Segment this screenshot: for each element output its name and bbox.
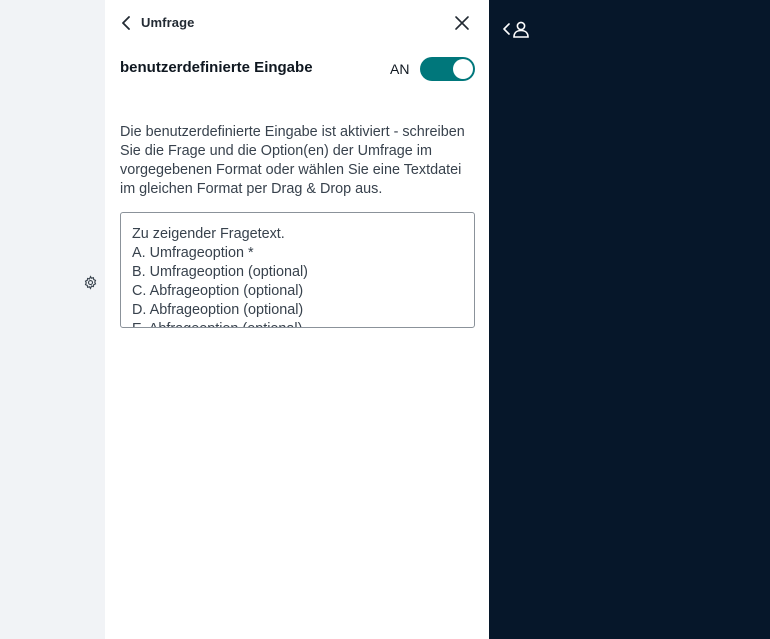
panel-title: Umfrage	[141, 15, 195, 30]
toggle-state-label: AN	[390, 61, 410, 77]
left-rail	[0, 0, 105, 639]
poll-text-line: D. Abfrageoption (optional)	[132, 302, 304, 318]
close-icon	[455, 16, 469, 30]
user-icon	[513, 21, 529, 38]
back-button[interactable]	[116, 13, 136, 33]
close-button[interactable]	[452, 13, 472, 33]
user-list-toggle[interactable]	[503, 19, 531, 39]
poll-text-line: A. Umfrageoption *	[132, 245, 254, 261]
toggle-knob	[453, 59, 473, 79]
chevron-left-icon	[122, 16, 130, 30]
poll-text-line: C. Abfrageoption (optional)	[132, 283, 304, 299]
poll-text-input[interactable]: Zu zeigender Fragetext. A. Umfrageoption …	[120, 212, 475, 328]
poll-text-content: Zu zeigender Fragetext. A. Umfrageoption …	[132, 225, 308, 327]
panel-header: Umfrage	[105, 0, 489, 46]
custom-input-description: Die benutzerdefinierte Eingabe ist aktiv…	[120, 124, 465, 197]
poll-panel: Umfrage benutzerdefinierte Eingabe AN Di…	[105, 0, 489, 639]
poll-text-line: B. Umfrageoption (optional)	[132, 264, 308, 280]
custom-input-row: benutzerdefinierte Eingabe AN	[120, 57, 475, 84]
chevron-left-icon	[503, 23, 510, 35]
custom-input-label: benutzerdefinierte Eingabe	[120, 59, 313, 76]
custom-input-toggle[interactable]	[420, 57, 475, 81]
poll-text-line: Zu zeigender Fragetext.	[132, 226, 285, 242]
dark-side-pane	[489, 0, 770, 639]
gear-icon[interactable]	[82, 274, 98, 290]
poll-text-line: E. Abfrageoption (optional)	[132, 320, 308, 327]
